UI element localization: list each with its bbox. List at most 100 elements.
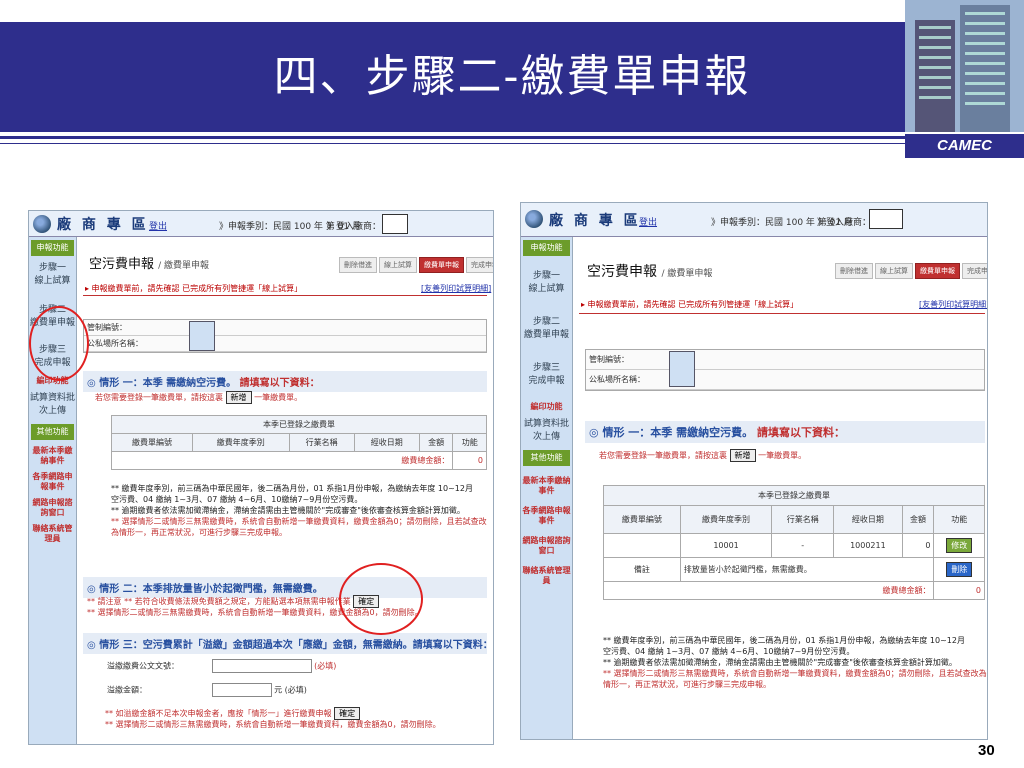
cell-remark: 排放量皆小於起徵門檻，無需繳費。	[679, 557, 935, 582]
case3-docno-input[interactable]	[211, 659, 312, 673]
screenshot-left: 廠 商 專 區 登出 》申報季別：民國 100 年 第 01 月 》登入廠商： …	[28, 210, 494, 745]
highlight-circle-confirm	[339, 563, 423, 635]
red-rule	[579, 313, 985, 314]
logo-globe-icon	[525, 210, 543, 228]
total-value: 0	[452, 451, 487, 470]
fee-table: 本季已登錄之繳費單 繳費單編號 繳費年度季別 行業名稱 經收日期 金額 功能 繳…	[110, 415, 487, 470]
col-amount: 金額	[901, 505, 935, 534]
col-season: 繳費年度季別	[679, 505, 773, 534]
pre-notice: ▸ 申報繳費單前，請先確認 已完成所有列管捷運「線上試算」	[581, 300, 799, 309]
col-function: 功能	[452, 433, 487, 452]
note-2: 空污費、04 繳納 1~3月、07 繳納 4~6月、10繳納7~9月份空污費。	[603, 647, 855, 656]
pre-notice: ▸ 申報繳費單前，請先確認 已完成所有列管捷運「線上試算」	[85, 284, 303, 293]
step-done: 完成申報	[962, 263, 987, 279]
note-1: ** 繳費年度季別，前三碼為中華民國年，後二碼為月份，01 系指1月份申報，為繳…	[111, 484, 473, 493]
col-bill-no: 繳費單編號	[111, 433, 193, 452]
case3-field1: 溢繳繳費公文文號： (必填)	[107, 659, 336, 673]
col-season: 繳費年度季別	[191, 433, 290, 452]
cell-amount: 0	[901, 533, 935, 558]
redacted-box	[189, 321, 215, 351]
step-fee: 繳費單申報	[419, 257, 464, 273]
app-logo: 廠 商 專 區	[57, 217, 149, 233]
note-4: ** 選擇情形二或情形三無需繳費時，系統會自動新增一筆繳費資料，繳費金額為0；請…	[111, 517, 487, 537]
print-link[interactable]: [友善列印試算明細]	[421, 283, 491, 294]
sidebar-step1[interactable]: 步驟一 線上試算	[29, 262, 76, 288]
cell-industry: -	[771, 533, 835, 558]
case3-amount-input[interactable]	[211, 683, 272, 697]
logout-link[interactable]: 登出	[639, 215, 657, 228]
slide: 四、步驟二-繳費單申報 CAMEC 廠 商 專 區 登出 》申報季別：民國 10…	[0, 0, 1024, 768]
note-3: ** 逾期繳費者依法需加徵滯納金，滯納金請需由主管機關於"完成審查"後依審查核算…	[111, 506, 465, 515]
sidebar-link-1[interactable]: 最新本季繳納事件	[29, 446, 76, 466]
logout-link[interactable]: 登出	[149, 219, 167, 232]
case1-heading: ◎ 情形 一：本季 需繳納空污費。 請填寫以下資料：	[83, 371, 487, 392]
col-function: 功能	[933, 505, 985, 534]
sidebar-link-2[interactable]: 各季網路申報事件	[29, 472, 76, 492]
step-indicator: 刪除借進 線上試算 繳費單申報 完成申報	[835, 263, 987, 279]
sidebar-link-4[interactable]: 聯絡系統管理員	[521, 566, 572, 586]
notes-left: ** 繳費年度季別，前三碼為中華民國年，後二碼為月份，01 系指1月份申報，為繳…	[111, 483, 487, 538]
sidebar-caption-other: 其他功能	[523, 450, 570, 466]
login-info: 》登入廠商：	[817, 218, 872, 228]
main-content: 空污費申報 / 繳費單申報 刪除借進 線上試算 繳費單申報 完成申報 ▸ 申報繳…	[573, 237, 987, 739]
cell-date: 1000211	[833, 533, 903, 558]
logo-globe-icon	[33, 215, 51, 233]
case3-field2: 溢繳金額： 元 (必填)	[107, 683, 307, 697]
sidebar-link-2[interactable]: 各季網路申報事件	[521, 506, 572, 526]
sidebar-link-1[interactable]: 最新本季繳納事件	[521, 476, 572, 496]
case1-sub: 若您需要登錄一筆繳費單，請按這裏 新增 一筆繳費單。	[599, 449, 807, 462]
case3-note2: ** 選擇情形二或情形三無需繳費時，系統會自動新增一筆繳費資料，繳費金額為0，請…	[105, 720, 441, 729]
sidebar-batch-upload[interactable]: 試算資料批次上傳	[521, 418, 572, 444]
main-content: 空污費申報 / 繳費單申報 刪除借進 線上試算 繳費單申報 完成申報 ▸ 申報繳…	[77, 237, 493, 744]
screenshot-right: 廠 商 專 區 登出 》申報季別：民國 100 年 第 01 月 》登入廠商： …	[520, 202, 988, 740]
col-bill-no: 繳費單編號	[603, 505, 681, 534]
sidebar-link-3[interactable]: 網路申報諮詢窗口	[521, 536, 572, 556]
sidebar-link-4[interactable]: 聯絡系統管理員	[29, 524, 76, 544]
col-industry: 行業名稱	[288, 433, 355, 452]
step-done: 完成申報	[466, 257, 493, 273]
step-trial: 線上試算	[379, 257, 417, 273]
brand-badge: CAMEC	[905, 134, 1024, 158]
control-number-label: 管制編號：	[84, 320, 486, 336]
sidebar-step1[interactable]: 步驟一 線上試算	[521, 270, 572, 296]
control-number-label: 管制編號：	[586, 350, 984, 370]
sidebar-caption-other: 其他功能	[31, 424, 74, 440]
notes-right: ** 繳費年度季別，前三碼為中華民國年，後二碼為月份，01 系指1月份申報，為繳…	[603, 635, 987, 690]
sidebar-batch-upload[interactable]: 試算資料批次上傳	[29, 392, 76, 418]
col-date: 經收日期	[833, 505, 903, 534]
highlight-circle-step2	[29, 306, 89, 381]
note-1: ** 繳費年度季別，前三碼為中華民國年，後二碼為月份，01 系指1月份申報，為繳…	[603, 636, 965, 645]
table-caption: 本季已登錄之繳費單	[111, 415, 487, 434]
note-4: ** 選擇情形二或情形三無需繳費時，系統會自動新增一筆繳費資料，繳費金額為0；請…	[603, 669, 987, 689]
table-row: 備註 排放量皆小於起徵門檻，無需繳費。 刪除	[603, 557, 985, 582]
page-title: 空污費申報 / 繳費單申報	[89, 257, 210, 272]
add-button[interactable]: 新增	[225, 391, 252, 404]
edit-button[interactable]: 修改	[946, 538, 973, 553]
col-industry: 行業名稱	[771, 505, 835, 534]
app-logo: 廠 商 專 區	[549, 213, 641, 229]
case1-sub: 若您需要登錄一筆繳費單，請按這裏 新增 一筆繳費單。	[95, 391, 303, 404]
step-delete: 刪除借進	[835, 263, 873, 279]
delete-button[interactable]: 刪除	[946, 562, 973, 577]
app-header: 廠 商 專 區 登出 》申報季別：民國 100 年 第 01 月 》登入廠商：	[29, 211, 493, 237]
print-link[interactable]: [友善列印試算明細]	[919, 299, 987, 310]
total-label: 繳費總金額：	[110, 451, 454, 470]
cell-function: 刪除	[933, 557, 985, 582]
sidebar-step3[interactable]: 步驟三 完成申報	[521, 362, 572, 388]
redacted-id-box	[869, 209, 903, 229]
total-label: 繳費總金額：	[602, 581, 935, 600]
step-fee: 繳費單申報	[915, 263, 960, 279]
step-indicator: 刪除借進 線上試算 繳費單申報 完成申報	[339, 257, 493, 273]
step-delete: 刪除借進	[339, 257, 377, 273]
note-3: ** 逾期繳費者依法需加徵滯納金，滯納金請需由主管機關於"完成審查"後依審查核算…	[603, 658, 957, 667]
cell-bill-no: 10001	[679, 533, 773, 558]
facility-name-label: 公私場所名稱：	[586, 370, 984, 390]
sidebar-edit: 編印功能	[530, 402, 563, 411]
sidebar-link-3[interactable]: 網路申報諮詢窗口	[29, 498, 76, 518]
step-trial: 線上試算	[875, 263, 913, 279]
sidebar-step2[interactable]: 步驟二 繳費單申報	[521, 316, 572, 342]
facility-info: 管制編號： 公私場所名稱：	[83, 319, 487, 353]
total-value: 0	[933, 581, 985, 600]
page-title: 空污費申報 / 繳費單申報	[587, 264, 713, 280]
add-button[interactable]: 新增	[729, 449, 756, 462]
